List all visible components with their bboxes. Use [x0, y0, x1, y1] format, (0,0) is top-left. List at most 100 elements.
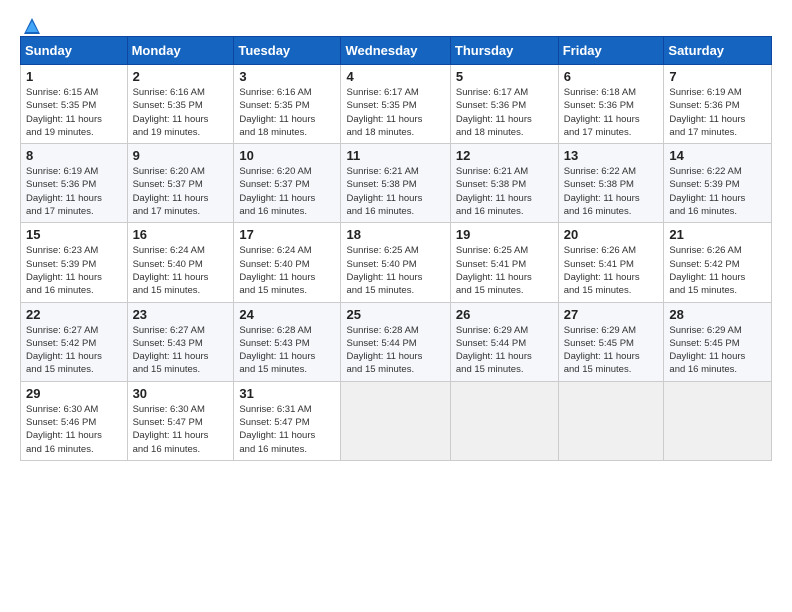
day-detail: Sunrise: 6:25 AMSunset: 5:40 PMDaylight:… [346, 245, 422, 296]
table-row: 12 Sunrise: 6:21 AMSunset: 5:38 PMDaylig… [450, 144, 558, 223]
calendar-table: Sunday Monday Tuesday Wednesday Thursday… [20, 36, 772, 461]
day-detail: Sunrise: 6:16 AMSunset: 5:35 PMDaylight:… [133, 87, 209, 138]
table-row: 11 Sunrise: 6:21 AMSunset: 5:38 PMDaylig… [341, 144, 450, 223]
day-number: 12 [456, 148, 553, 163]
day-detail: Sunrise: 6:29 AMSunset: 5:45 PMDaylight:… [564, 325, 640, 376]
table-row: 25 Sunrise: 6:28 AMSunset: 5:44 PMDaylig… [341, 302, 450, 381]
day-number: 1 [26, 69, 122, 84]
day-number: 27 [564, 307, 659, 322]
day-number: 30 [133, 386, 229, 401]
col-monday: Monday [127, 37, 234, 65]
day-number: 11 [346, 148, 444, 163]
day-detail: Sunrise: 6:25 AMSunset: 5:41 PMDaylight:… [456, 245, 532, 296]
table-row: 15 Sunrise: 6:23 AMSunset: 5:39 PMDaylig… [21, 223, 128, 302]
table-row: 1 Sunrise: 6:15 AMSunset: 5:35 PMDayligh… [21, 65, 128, 144]
day-number: 4 [346, 69, 444, 84]
table-row: 29 Sunrise: 6:30 AMSunset: 5:46 PMDaylig… [21, 381, 128, 460]
table-row: 30 Sunrise: 6:30 AMSunset: 5:47 PMDaylig… [127, 381, 234, 460]
day-number: 7 [669, 69, 766, 84]
day-number: 21 [669, 227, 766, 242]
day-detail: Sunrise: 6:28 AMSunset: 5:43 PMDaylight:… [239, 325, 315, 376]
table-row: 18 Sunrise: 6:25 AMSunset: 5:40 PMDaylig… [341, 223, 450, 302]
day-detail: Sunrise: 6:22 AMSunset: 5:38 PMDaylight:… [564, 166, 640, 217]
table-row: 17 Sunrise: 6:24 AMSunset: 5:40 PMDaylig… [234, 223, 341, 302]
day-number: 6 [564, 69, 659, 84]
day-detail: Sunrise: 6:27 AMSunset: 5:42 PMDaylight:… [26, 325, 102, 376]
day-detail: Sunrise: 6:21 AMSunset: 5:38 PMDaylight:… [456, 166, 532, 217]
day-number: 8 [26, 148, 122, 163]
table-row: 22 Sunrise: 6:27 AMSunset: 5:42 PMDaylig… [21, 302, 128, 381]
day-number: 24 [239, 307, 335, 322]
table-row: 20 Sunrise: 6:26 AMSunset: 5:41 PMDaylig… [558, 223, 664, 302]
day-number: 23 [133, 307, 229, 322]
table-row [664, 381, 772, 460]
col-tuesday: Tuesday [234, 37, 341, 65]
day-detail: Sunrise: 6:29 AMSunset: 5:45 PMDaylight:… [669, 325, 745, 376]
table-row: 4 Sunrise: 6:17 AMSunset: 5:35 PMDayligh… [341, 65, 450, 144]
table-row: 27 Sunrise: 6:29 AMSunset: 5:45 PMDaylig… [558, 302, 664, 381]
calendar-week-row: 8 Sunrise: 6:19 AMSunset: 5:36 PMDayligh… [21, 144, 772, 223]
calendar-week-row: 15 Sunrise: 6:23 AMSunset: 5:39 PMDaylig… [21, 223, 772, 302]
col-sunday: Sunday [21, 37, 128, 65]
day-number: 3 [239, 69, 335, 84]
day-number: 25 [346, 307, 444, 322]
day-detail: Sunrise: 6:27 AMSunset: 5:43 PMDaylight:… [133, 325, 209, 376]
table-row: 8 Sunrise: 6:19 AMSunset: 5:36 PMDayligh… [21, 144, 128, 223]
table-row: 6 Sunrise: 6:18 AMSunset: 5:36 PMDayligh… [558, 65, 664, 144]
table-row: 19 Sunrise: 6:25 AMSunset: 5:41 PMDaylig… [450, 223, 558, 302]
calendar-header-row: Sunday Monday Tuesday Wednesday Thursday… [21, 37, 772, 65]
calendar-week-row: 1 Sunrise: 6:15 AMSunset: 5:35 PMDayligh… [21, 65, 772, 144]
day-detail: Sunrise: 6:19 AMSunset: 5:36 PMDaylight:… [26, 166, 102, 217]
day-detail: Sunrise: 6:21 AMSunset: 5:38 PMDaylight:… [346, 166, 422, 217]
day-number: 31 [239, 386, 335, 401]
table-row: 23 Sunrise: 6:27 AMSunset: 5:43 PMDaylig… [127, 302, 234, 381]
day-detail: Sunrise: 6:24 AMSunset: 5:40 PMDaylight:… [239, 245, 315, 296]
table-row: 14 Sunrise: 6:22 AMSunset: 5:39 PMDaylig… [664, 144, 772, 223]
day-number: 19 [456, 227, 553, 242]
table-row: 26 Sunrise: 6:29 AMSunset: 5:44 PMDaylig… [450, 302, 558, 381]
day-number: 5 [456, 69, 553, 84]
day-number: 2 [133, 69, 229, 84]
day-number: 16 [133, 227, 229, 242]
day-detail: Sunrise: 6:20 AMSunset: 5:37 PMDaylight:… [239, 166, 315, 217]
col-wednesday: Wednesday [341, 37, 450, 65]
table-row: 13 Sunrise: 6:22 AMSunset: 5:38 PMDaylig… [558, 144, 664, 223]
logo [20, 16, 42, 32]
table-row [341, 381, 450, 460]
table-row: 16 Sunrise: 6:24 AMSunset: 5:40 PMDaylig… [127, 223, 234, 302]
col-thursday: Thursday [450, 37, 558, 65]
day-number: 18 [346, 227, 444, 242]
day-number: 15 [26, 227, 122, 242]
table-row: 24 Sunrise: 6:28 AMSunset: 5:43 PMDaylig… [234, 302, 341, 381]
day-number: 9 [133, 148, 229, 163]
day-detail: Sunrise: 6:20 AMSunset: 5:37 PMDaylight:… [133, 166, 209, 217]
day-detail: Sunrise: 6:17 AMSunset: 5:35 PMDaylight:… [346, 87, 422, 138]
table-row: 31 Sunrise: 6:31 AMSunset: 5:47 PMDaylig… [234, 381, 341, 460]
table-row [558, 381, 664, 460]
page: Sunday Monday Tuesday Wednesday Thursday… [0, 0, 792, 471]
day-number: 22 [26, 307, 122, 322]
day-number: 28 [669, 307, 766, 322]
day-detail: Sunrise: 6:29 AMSunset: 5:44 PMDaylight:… [456, 325, 532, 376]
day-detail: Sunrise: 6:19 AMSunset: 5:36 PMDaylight:… [669, 87, 745, 138]
day-detail: Sunrise: 6:28 AMSunset: 5:44 PMDaylight:… [346, 325, 422, 376]
calendar-week-row: 29 Sunrise: 6:30 AMSunset: 5:46 PMDaylig… [21, 381, 772, 460]
day-detail: Sunrise: 6:24 AMSunset: 5:40 PMDaylight:… [133, 245, 209, 296]
calendar-week-row: 22 Sunrise: 6:27 AMSunset: 5:42 PMDaylig… [21, 302, 772, 381]
logo-icon [22, 16, 42, 36]
day-number: 29 [26, 386, 122, 401]
day-detail: Sunrise: 6:17 AMSunset: 5:36 PMDaylight:… [456, 87, 532, 138]
table-row: 5 Sunrise: 6:17 AMSunset: 5:36 PMDayligh… [450, 65, 558, 144]
day-detail: Sunrise: 6:18 AMSunset: 5:36 PMDaylight:… [564, 87, 640, 138]
day-detail: Sunrise: 6:31 AMSunset: 5:47 PMDaylight:… [239, 404, 315, 455]
header [20, 16, 772, 32]
table-row: 10 Sunrise: 6:20 AMSunset: 5:37 PMDaylig… [234, 144, 341, 223]
day-detail: Sunrise: 6:15 AMSunset: 5:35 PMDaylight:… [26, 87, 102, 138]
day-number: 20 [564, 227, 659, 242]
day-detail: Sunrise: 6:30 AMSunset: 5:46 PMDaylight:… [26, 404, 102, 455]
col-saturday: Saturday [664, 37, 772, 65]
table-row: 28 Sunrise: 6:29 AMSunset: 5:45 PMDaylig… [664, 302, 772, 381]
table-row: 21 Sunrise: 6:26 AMSunset: 5:42 PMDaylig… [664, 223, 772, 302]
day-detail: Sunrise: 6:23 AMSunset: 5:39 PMDaylight:… [26, 245, 102, 296]
day-detail: Sunrise: 6:16 AMSunset: 5:35 PMDaylight:… [239, 87, 315, 138]
